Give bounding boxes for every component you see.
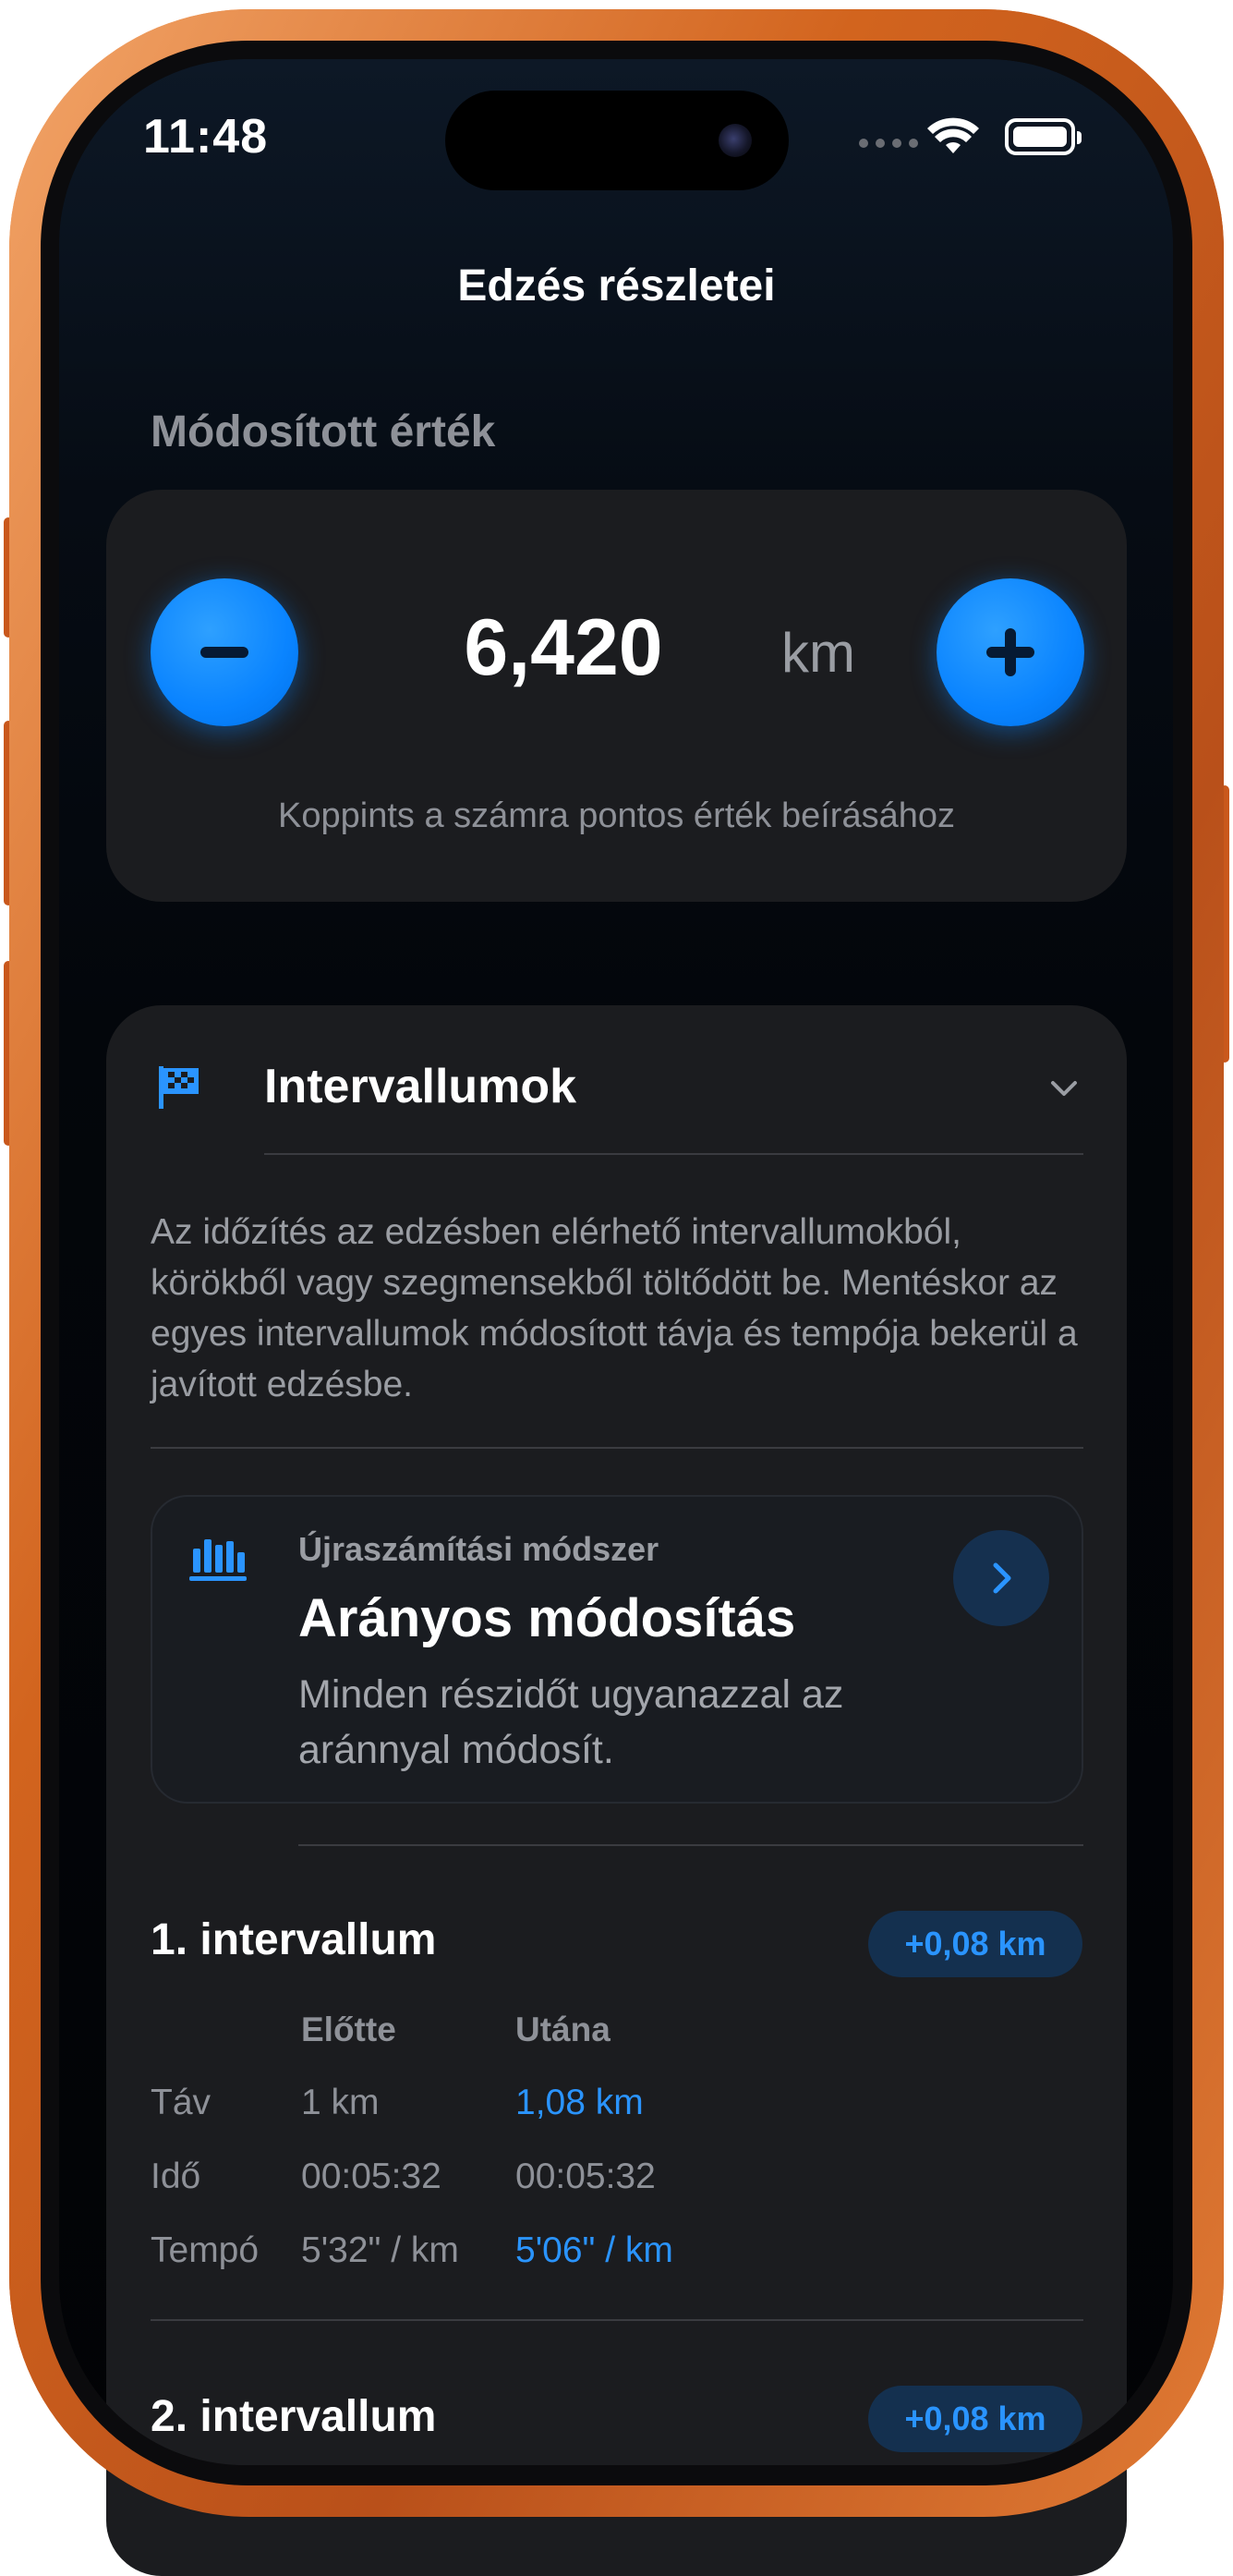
row-label-distance: Táv [151, 2083, 212, 2122]
chevron-right-icon [993, 1562, 1011, 1594]
recalc-method-label: Újraszámítási módszer [298, 1530, 659, 1568]
interval-delta-badge: +0,08 km [868, 1911, 1082, 1977]
interval-name: 2. intervallum [151, 2392, 437, 2441]
signal-dots-icon [859, 139, 918, 148]
battery-icon [1005, 118, 1082, 155]
section-label-modified-value: Módosított érték [151, 407, 496, 456]
row-label-pace: Tempó [151, 2230, 260, 2270]
volume-down-button [4, 961, 13, 1146]
divider [264, 1153, 1083, 1155]
recalc-method-name: Arányos módosítás [298, 1588, 796, 1648]
divider [151, 1447, 1083, 1449]
recalc-method-description: Minden részidőt ugyanazzal az aránnyal m… [298, 1672, 844, 1772]
value-unit: km [781, 622, 855, 684]
divider [151, 2319, 1083, 2321]
recalc-method-button[interactable] [953, 1530, 1049, 1626]
value-number[interactable]: 6,420 [443, 602, 683, 694]
status-time: 11:48 [143, 110, 269, 164]
column-header-after: Utána [515, 2011, 610, 2048]
interval-name: 1. intervallum [151, 1915, 437, 1964]
checkered-flag-icon [159, 1066, 199, 1109]
intervals-title[interactable]: Intervallumok [264, 1059, 576, 1114]
interval-delta-badge: +0,08 km [868, 2386, 1082, 2452]
pace-after: 5'06" / km [515, 2230, 673, 2270]
intervals-description: Az időzítés az edzésben elérhető interva… [151, 1212, 1078, 1404]
distance-before: 1 km [301, 2083, 380, 2122]
distance-after: 1,08 km [515, 2083, 644, 2122]
bar-chart-icon [189, 1539, 247, 1581]
chevron-down-icon[interactable] [1047, 1072, 1081, 1105]
pace-before: 5'32" / km [301, 2230, 459, 2270]
row-label-time: Idő [151, 2157, 201, 2196]
volume-up-button [4, 721, 13, 905]
time-after: 00:05:32 [515, 2157, 656, 2196]
increment-button[interactable] [937, 578, 1084, 726]
power-button [1220, 785, 1229, 1063]
divider [298, 1844, 1083, 1846]
minus-icon [200, 647, 248, 658]
decrement-button[interactable] [151, 578, 298, 726]
value-hint: Koppints a számra pontos érték beírásáho… [278, 796, 955, 835]
page-title: Edzés részletei [457, 261, 776, 310]
front-camera [719, 124, 752, 157]
action-button [4, 517, 13, 638]
wifi-icon [927, 117, 979, 153]
time-before: 00:05:32 [301, 2157, 441, 2196]
column-header-before: Előtte [301, 2011, 396, 2048]
